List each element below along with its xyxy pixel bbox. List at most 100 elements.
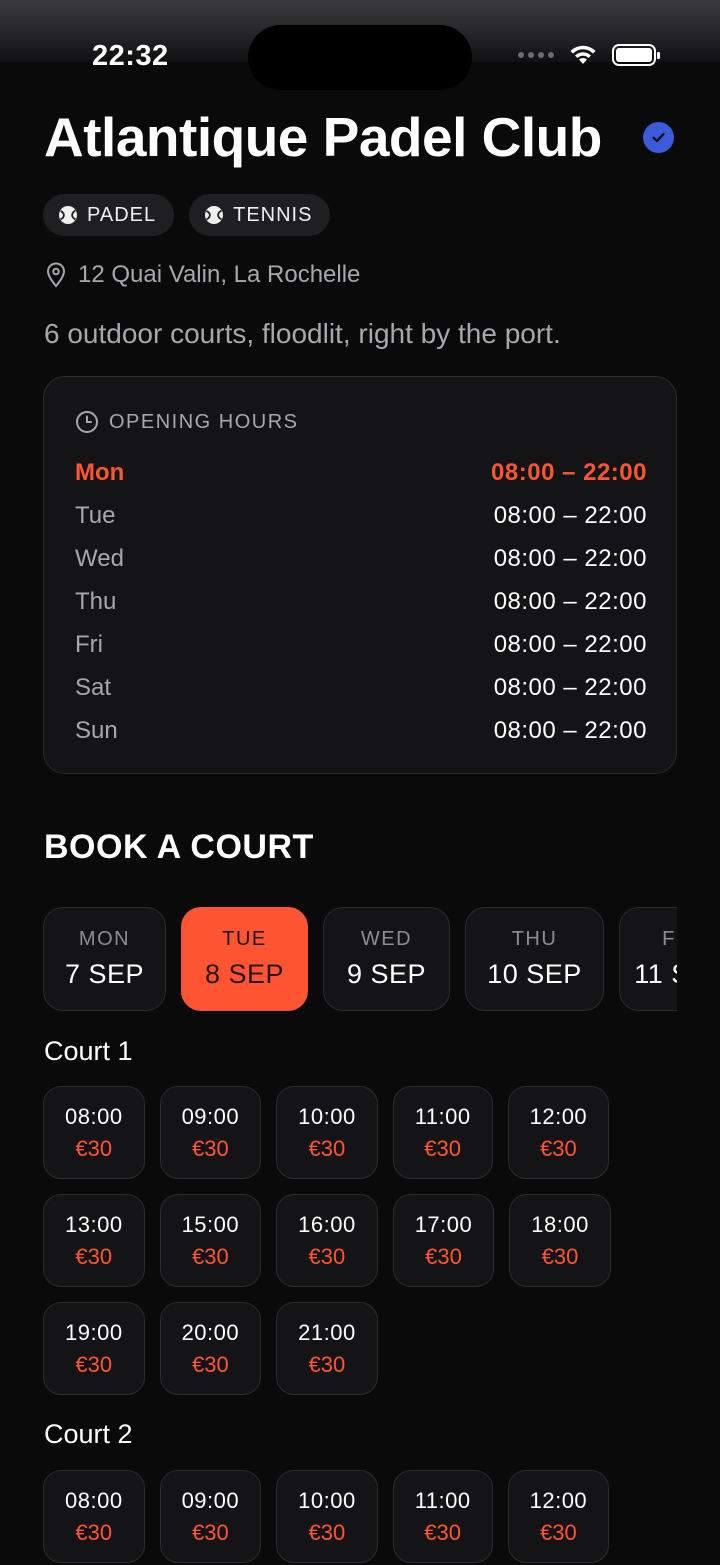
hours-day: Fri bbox=[75, 630, 103, 658]
date-weekday: THU bbox=[511, 928, 558, 950]
club-name: Atlantique Padel Club bbox=[44, 106, 602, 168]
slot-price: €30 bbox=[424, 1519, 461, 1545]
slot-price: €30 bbox=[191, 1243, 229, 1269]
ball-icon bbox=[205, 206, 224, 224]
opening-hours-title: OPENING HOURS bbox=[109, 410, 299, 433]
time-slot-1200[interactable]: 12:00 €30 bbox=[507, 1470, 610, 1563]
slot-time: 15:00 bbox=[181, 1211, 240, 1237]
hours-day: Mon bbox=[75, 458, 125, 486]
hours-row-sun: Sun 08:00 – 22:00 bbox=[75, 709, 647, 752]
opening-hours-header: OPENING HOURS bbox=[75, 410, 299, 434]
slot-price: €30 bbox=[308, 1351, 346, 1377]
slot-time: 12:00 bbox=[529, 1487, 588, 1513]
time-slot-1500[interactable]: 15:00 €30 bbox=[159, 1194, 262, 1287]
court-2-label: Court 2 bbox=[44, 1419, 133, 1449]
slot-price: €30 bbox=[425, 1243, 462, 1269]
date-weekday: WED bbox=[360, 928, 413, 950]
date-weekday: FRI bbox=[662, 928, 677, 950]
club-description: 6 outdoor courts, floodlit, right by the… bbox=[44, 318, 561, 349]
time-slot-1000[interactable]: 10:00 €30 bbox=[276, 1086, 378, 1179]
time-slot-1200[interactable]: 12:00 €30 bbox=[507, 1086, 610, 1179]
dynamic-island bbox=[248, 25, 472, 90]
slot-time: 11:00 bbox=[414, 1103, 471, 1129]
time-slot-0900[interactable]: 09:00 €30 bbox=[159, 1086, 262, 1179]
slot-time: 10:00 bbox=[298, 1103, 356, 1129]
time-slot-1900[interactable]: 19:00 €30 bbox=[43, 1302, 145, 1395]
hours-row-mon: Mon 08:00 – 22:00 bbox=[75, 451, 647, 494]
date-option-mon[interactable]: MON 7 SEP bbox=[43, 907, 166, 1011]
hours-time: 08:00 – 22:00 bbox=[493, 716, 647, 744]
hours-day: Tue bbox=[75, 501, 116, 529]
slot-time: 11:00 bbox=[414, 1487, 471, 1513]
address-text: 12 Quai Valin, La Rochelle bbox=[78, 261, 361, 288]
slot-price: €30 bbox=[191, 1351, 229, 1377]
slot-price: €30 bbox=[75, 1135, 113, 1161]
date-option-thu[interactable]: THU 10 SEP bbox=[465, 907, 604, 1011]
date-weekday: TUE bbox=[222, 928, 267, 950]
time-slot-1300[interactable]: 13:00 €30 bbox=[43, 1194, 145, 1287]
time-slot-0900[interactable]: 09:00 €30 bbox=[159, 1470, 262, 1563]
slot-time: 18:00 bbox=[531, 1211, 589, 1237]
slot-price: €30 bbox=[75, 1519, 113, 1545]
time-slot-1800[interactable]: 18:00 €30 bbox=[509, 1194, 611, 1287]
slot-price: €30 bbox=[540, 1519, 577, 1545]
hours-row-thu: Thu 08:00 – 22:00 bbox=[75, 580, 647, 623]
date-day: 7 SEP bbox=[64, 959, 145, 989]
hours-row-tue: Tue 08:00 – 22:00 bbox=[75, 494, 647, 537]
court-1-slots: 08:00 €30 09:00 €30 10:00 €30 11:00 €30 12:00 €30… bbox=[43, 1086, 683, 1395]
hours-time: 08:00 – 22:00 bbox=[493, 544, 647, 572]
opening-hours-list: Mon 08:00 – 22:00 Tue 08:00 – 22:00 Wed 08:00… bbox=[75, 451, 647, 752]
slot-price: €30 bbox=[540, 1135, 577, 1161]
hours-row-sat: Sat 08:00 – 22:00 bbox=[75, 666, 647, 709]
date-weekday: MON bbox=[78, 928, 131, 950]
slot-time: 12:00 bbox=[529, 1103, 588, 1129]
tag-label: TENNIS bbox=[233, 203, 313, 226]
slot-price: €30 bbox=[308, 1243, 346, 1269]
hours-day: Thu bbox=[75, 587, 117, 615]
date-track: MON 7 SEP TUE 8 SEP WED 9 SEP THU 10 SEP FRI 11 S… bbox=[43, 907, 677, 1011]
time-slot-1600[interactable]: 16:00 €30 bbox=[276, 1194, 378, 1287]
hours-time: 08:00 – 22:00 bbox=[493, 630, 647, 658]
slot-price: €30 bbox=[541, 1243, 579, 1269]
hours-time: 08:00 – 22:00 bbox=[493, 501, 647, 529]
opening-hours-card: OPENING HOURS Mon 08:00 – 22:00 Tue 08:00 –… bbox=[43, 376, 677, 774]
slot-price: €30 bbox=[191, 1135, 229, 1161]
time-slot-0800[interactable]: 08:00 €30 bbox=[43, 1470, 145, 1563]
hours-row-fri: Fri 08:00 – 22:00 bbox=[75, 623, 647, 666]
slot-price: €30 bbox=[308, 1519, 346, 1545]
date-day: 8 SEP bbox=[204, 959, 285, 989]
court-2-slots: 08:00 €30 09:00 €30 10:00 €30 11:00 €30 12:00 €30 bbox=[43, 1470, 683, 1563]
hours-time: 08:00 – 22:00 bbox=[493, 673, 647, 701]
date-option-tue[interactable]: TUE 8 SEP bbox=[181, 907, 308, 1011]
ball-icon bbox=[59, 206, 77, 224]
court-1-label: Court 1 bbox=[44, 1036, 133, 1066]
status-bar: 22:32 bbox=[0, 0, 720, 90]
time-slot-1100[interactable]: 11:00 €30 bbox=[392, 1086, 493, 1179]
time-slot-0800[interactable]: 08:00 €30 bbox=[43, 1086, 145, 1179]
hours-row-wed: Wed 08:00 – 22:00 bbox=[75, 537, 647, 580]
club-address[interactable]: 12 Quai Valin, La Rochelle bbox=[46, 261, 360, 289]
status-icons bbox=[518, 44, 660, 66]
club-page: 22:32 Atlantique Padel Club PADEL TENNIS… bbox=[0, 0, 720, 1565]
battery-icon bbox=[612, 44, 660, 66]
slot-time: 16:00 bbox=[298, 1211, 356, 1237]
tag-label: PADEL bbox=[87, 203, 157, 226]
date-option-wed[interactable]: WED 9 SEP bbox=[323, 907, 450, 1011]
time-slot-2100[interactable]: 21:00 €30 bbox=[276, 1302, 378, 1395]
time-slot-2000[interactable]: 20:00 €30 bbox=[159, 1302, 262, 1395]
book-court-title: BOOK A COURT bbox=[44, 828, 314, 866]
slot-time: 10:00 bbox=[298, 1487, 356, 1513]
slot-time: 08:00 bbox=[65, 1487, 123, 1513]
date-selector[interactable]: MON 7 SEP TUE 8 SEP WED 9 SEP THU 10 SEP FRI 11 S… bbox=[43, 907, 677, 1011]
time-slot-1100[interactable]: 11:00 €30 bbox=[392, 1470, 493, 1563]
slot-time: 09:00 bbox=[181, 1487, 240, 1513]
time-slot-1000[interactable]: 10:00 €30 bbox=[276, 1470, 378, 1563]
slot-time: 20:00 bbox=[181, 1319, 240, 1345]
date-day: 11 SEP bbox=[634, 959, 677, 989]
date-option-fri[interactable]: FRI 11 SEP bbox=[619, 907, 677, 1011]
hours-day: Sun bbox=[75, 716, 118, 744]
time-slot-1700[interactable]: 17:00 €30 bbox=[392, 1194, 495, 1287]
hours-time: 08:00 – 22:00 bbox=[491, 458, 647, 486]
status-time: 22:32 bbox=[92, 40, 169, 72]
tag-tennis: TENNIS bbox=[189, 194, 331, 236]
